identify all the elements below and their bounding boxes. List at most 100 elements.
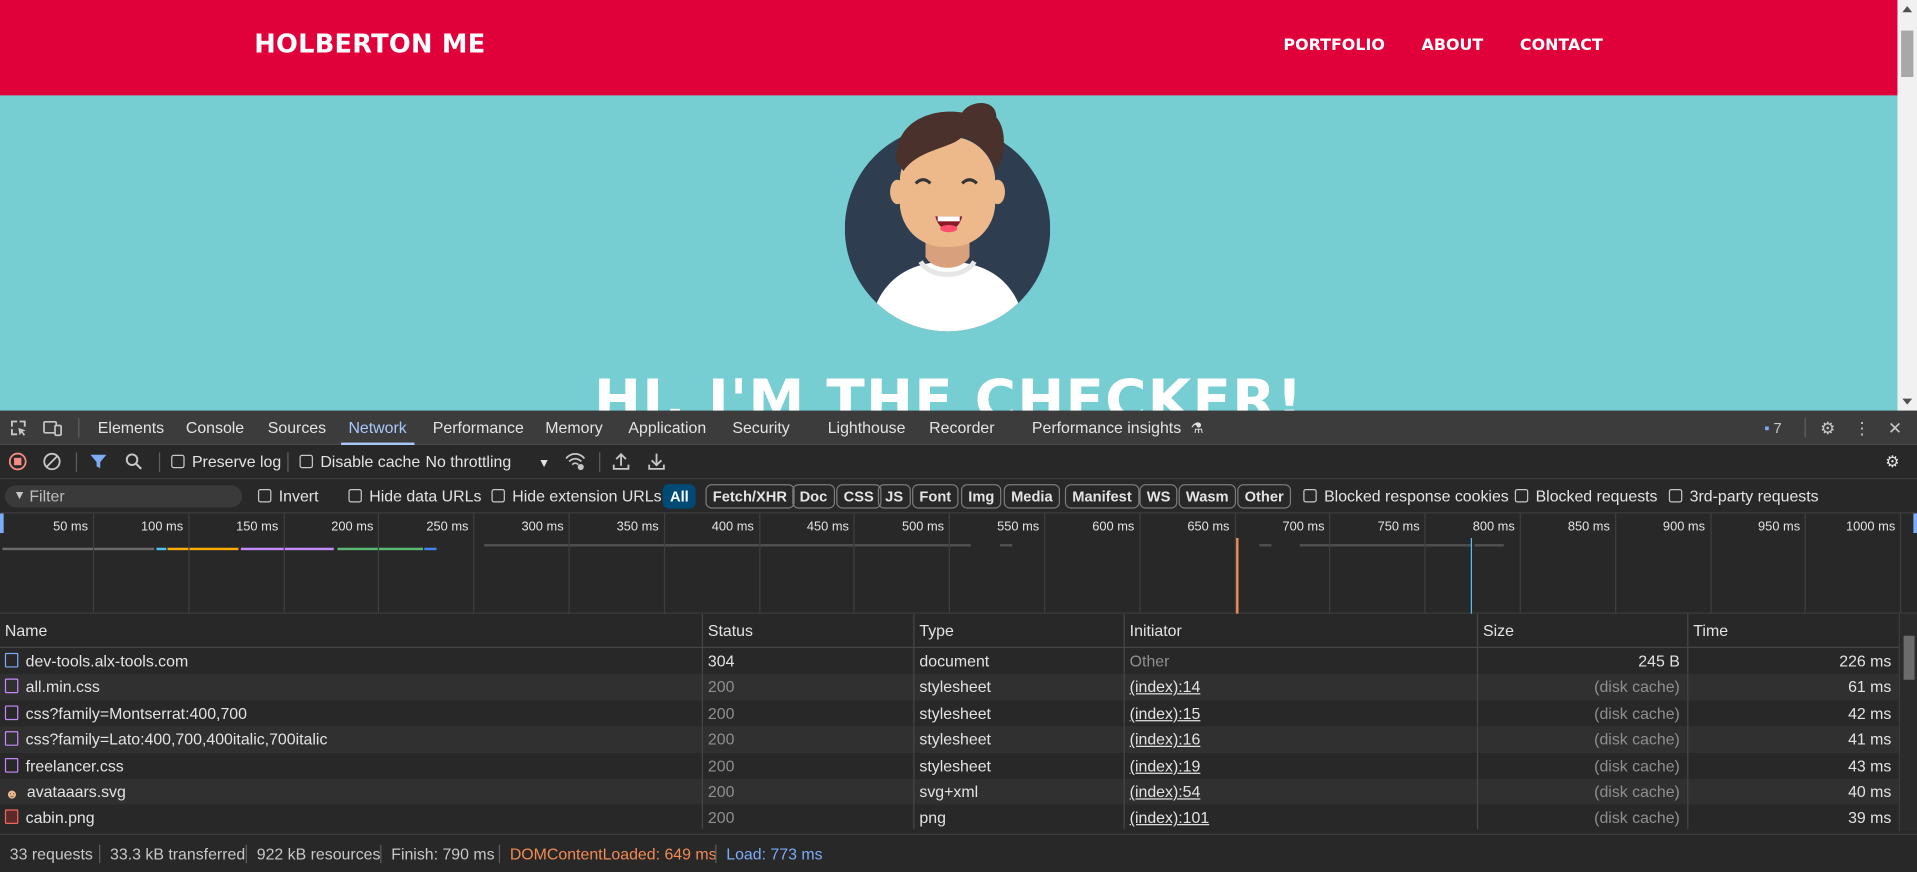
tabbar-divider — [78, 418, 80, 438]
cell-initiator[interactable]: (index):101 — [1125, 804, 1479, 829]
filter-chip-img[interactable]: Img — [960, 484, 1002, 509]
issues-counter[interactable]: ▪ 7 — [1764, 419, 1781, 436]
column-header-status[interactable]: Status — [703, 613, 915, 648]
filter-chip-js[interactable]: JS — [877, 484, 911, 509]
table-row[interactable]: dev-tools.alx-tools.com 304 document Other 2… — [0, 647, 1899, 675]
close-devtools-icon[interactable]: ✕ — [1885, 418, 1905, 438]
tab-lighthouse[interactable]: Lighthouse — [828, 411, 906, 445]
tab-console[interactable]: Console — [186, 411, 244, 445]
filter-chip-all[interactable]: All — [662, 484, 697, 509]
disable-cache-label: Disable cache — [320, 452, 421, 471]
tab-performance-insights[interactable]: Performance insights ⚗ — [1032, 411, 1204, 445]
column-header-time[interactable]: Time — [1688, 614, 1898, 648]
table-row[interactable]: all.min.css 200 stylesheet (index):14 (disk … — [0, 674, 1899, 701]
table-row[interactable]: freelancer.css 200 stylesheet (index):19 (di… — [0, 752, 1899, 779]
invert-box[interactable] — [257, 489, 272, 503]
settings-gear-icon[interactable]: ⚙ — [1818, 418, 1838, 438]
invert-checkbox[interactable]: Invert — [257, 479, 319, 513]
stylesheet-icon — [4, 679, 19, 694]
scroll-up-arrow-icon[interactable] — [1902, 6, 1913, 13]
blocked-requests-checkbox[interactable]: Blocked requests — [1514, 479, 1658, 513]
more-options-icon[interactable]: ⋮ — [1852, 418, 1872, 438]
inspect-element-icon[interactable] — [9, 418, 29, 438]
network-overview-timeline[interactable]: 50 ms 100 ms 150 ms 200 ms 250 ms 300 ms 350 m… — [0, 513, 1917, 614]
tab-performance[interactable]: Performance — [433, 411, 524, 445]
filter-chip-doc[interactable]: Doc — [792, 484, 835, 509]
throttling-select[interactable]: No throttling ▼ — [425, 445, 550, 479]
overview-gridline — [663, 513, 665, 614]
requests-table-scrollbar-thumb[interactable] — [1903, 635, 1915, 680]
import-har-icon[interactable] — [612, 445, 630, 479]
preserve-log-box[interactable] — [171, 454, 185, 469]
tab-memory[interactable]: Memory — [545, 411, 602, 445]
disable-cache-box[interactable] — [299, 454, 313, 469]
blocked-response-cookies-box[interactable] — [1303, 489, 1317, 503]
column-header-size[interactable]: Size — [1478, 613, 1689, 648]
export-har-icon[interactable] — [648, 445, 665, 479]
blocked-requests-box[interactable] — [1514, 489, 1529, 503]
overview-tick-label: 850 ms — [1567, 519, 1610, 535]
tab-elements[interactable]: Elements — [98, 411, 164, 445]
record-stop-icon[interactable] — [8, 445, 27, 479]
table-row[interactable]: ☻ avataaars.svg 200 svg+xml (index):54 (disk … — [0, 778, 1899, 805]
request-name: cabin.png — [25, 808, 95, 827]
filter-chip-font[interactable]: Font — [912, 484, 959, 509]
overview-left-handle[interactable] — [0, 513, 4, 534]
column-header-type[interactable]: Type — [915, 613, 1125, 648]
network-settings-gear-icon[interactable]: ⚙ — [1885, 445, 1899, 479]
hide-extension-urls-checkbox[interactable]: Hide extension URLs — [491, 479, 662, 513]
blocked-response-cookies-checkbox[interactable]: Blocked response cookies — [1303, 479, 1509, 513]
search-icon[interactable] — [125, 445, 143, 479]
nav-link-contact[interactable]: CONTACT — [1520, 37, 1603, 55]
cell-initiator[interactable]: (index):14 — [1125, 674, 1479, 701]
overview-right-handle[interactable] — [1913, 513, 1917, 534]
table-row[interactable]: css?family=Montserrat:400,700 200 styleshe… — [0, 700, 1899, 727]
filter-chip-fetch-xhr[interactable]: Fetch/XHR — [705, 484, 795, 509]
filter-chip-manifest[interactable]: Manifest — [1064, 484, 1140, 509]
filter-chip-other[interactable]: Other — [1237, 484, 1292, 509]
filter-input[interactable]: ▼ Filter — [4, 485, 243, 508]
overview-bar-gray-3 — [1259, 544, 1272, 547]
cell-initiator[interactable]: (index):15 — [1125, 700, 1479, 727]
filter-chip-ws[interactable]: WS — [1139, 484, 1178, 509]
column-header-initiator[interactable]: Initiator — [1125, 613, 1479, 648]
site-brand[interactable]: HOLBERTON ME — [254, 29, 485, 58]
requests-table-scrollbar[interactable] — [1898, 613, 1917, 832]
third-party-requests-checkbox[interactable]: 3rd-party requests — [1668, 479, 1819, 513]
tab-security[interactable]: Security — [732, 411, 789, 445]
column-header-name[interactable]: Name — [0, 613, 703, 648]
disable-cache-checkbox[interactable]: Disable cache — [299, 445, 421, 479]
nav-link-about[interactable]: ABOUT — [1422, 37, 1484, 55]
cell-initiator[interactable]: (index):54 — [1125, 778, 1479, 805]
filter-chip-wasm[interactable]: Wasm — [1178, 484, 1236, 509]
cell-initiator[interactable]: (index):19 — [1125, 752, 1479, 779]
hide-data-urls-checkbox[interactable]: Hide data URLs — [348, 479, 481, 513]
table-row[interactable]: css?family=Lato:400,700,400italic,700ita… — [0, 726, 1899, 753]
cell-status: 304 — [703, 647, 915, 675]
third-party-requests-box[interactable] — [1668, 489, 1683, 503]
filter-chip-media[interactable]: Media — [1003, 484, 1061, 509]
clear-icon[interactable] — [43, 445, 61, 479]
tab-recorder[interactable]: Recorder — [929, 411, 994, 445]
network-conditions-icon[interactable] — [565, 445, 586, 479]
device-toolbar-icon[interactable] — [43, 418, 63, 438]
tab-application[interactable]: Application — [628, 411, 706, 445]
page-scrollbar-thumb[interactable] — [1901, 30, 1914, 78]
network-filterbar: ▼ Filter Invert Hide data URLs Hide exte… — [0, 479, 1917, 514]
tabbar-divider-right — [1804, 418, 1806, 438]
nav-link-portfolio[interactable]: PORTFOLIO — [1283, 37, 1384, 55]
filter-chip-css[interactable]: CSS — [836, 484, 882, 509]
tab-sources[interactable]: Sources — [268, 411, 326, 445]
tab-network[interactable]: Network — [341, 411, 414, 446]
issues-count: 7 — [1773, 419, 1782, 437]
filter-funnel-icon[interactable] — [89, 445, 107, 479]
cell-initiator[interactable]: (index):16 — [1125, 726, 1479, 753]
overview-gridline — [1519, 513, 1521, 614]
scroll-down-arrow-icon[interactable] — [1902, 398, 1913, 405]
hide-extension-urls-box[interactable] — [491, 489, 505, 503]
page-scrollbar[interactable] — [1897, 0, 1917, 411]
table-row[interactable]: cabin.png 200 png (index):101 (disk cache) 39… — [0, 804, 1899, 829]
cell-name: cabin.png — [0, 804, 703, 829]
hide-data-urls-box[interactable] — [348, 489, 362, 503]
preserve-log-checkbox[interactable]: Preserve log — [171, 445, 281, 479]
